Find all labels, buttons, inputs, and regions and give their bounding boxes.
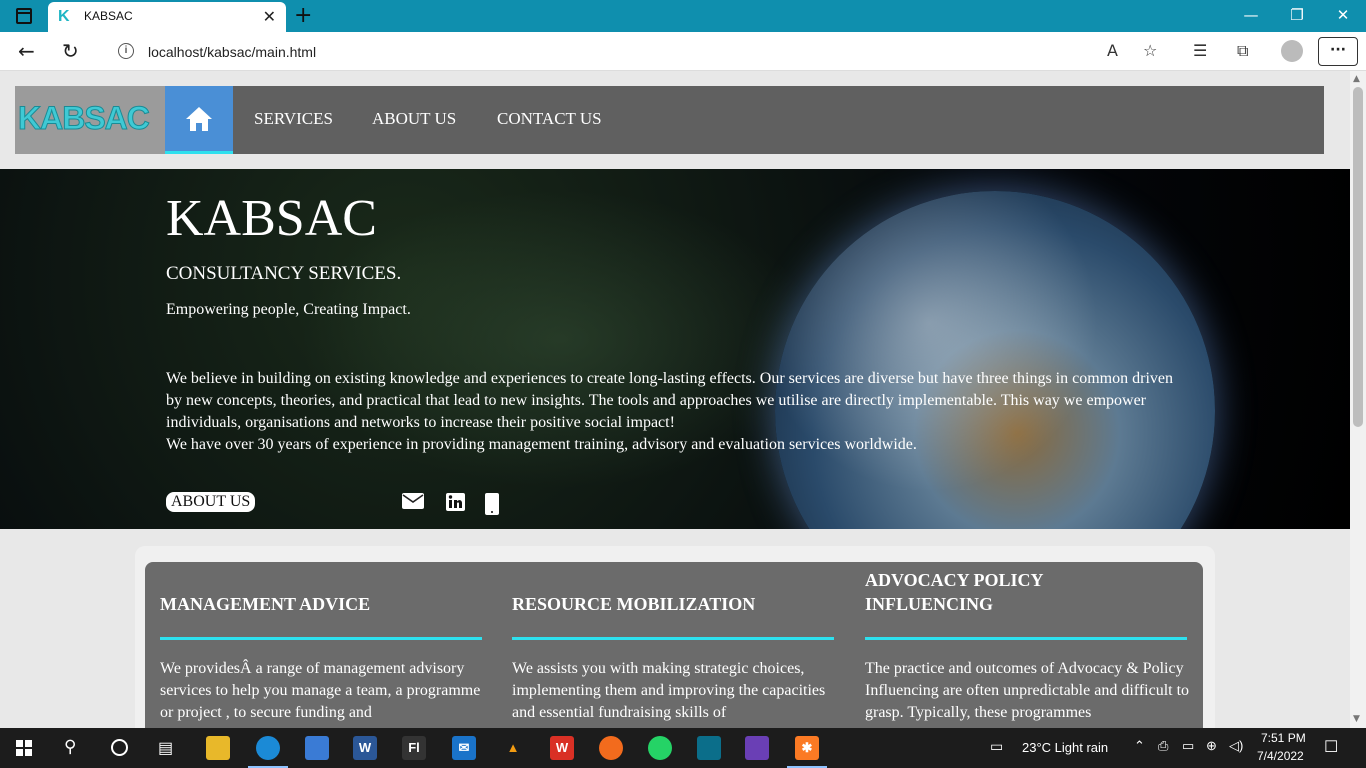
about-us-button[interactable]: ABOUT US — [166, 492, 256, 512]
clock-time[interactable]: 7:51 PM — [1261, 731, 1306, 745]
read-aloud-icon[interactable]: A — [1107, 41, 1118, 60]
device-icon[interactable]: ⎙ — [1158, 738, 1168, 754]
minimize-icon[interactable]: — — [1228, 6, 1274, 24]
page-viewport: KABSAC SERVICES ABOUT US CONTACT US KABS… — [0, 71, 1366, 728]
task-view-icon[interactable]: ▤ — [158, 738, 173, 758]
hero-title: KABSAC — [166, 190, 377, 247]
favorites-icon[interactable]: ☰ — [1193, 41, 1207, 60]
tab-actions-icon[interactable] — [16, 8, 32, 24]
address-bar[interactable]: i localhost/kabsac/main.html — [100, 36, 1308, 67]
hero-section: KABSAC CONSULTANCY SERVICES. Empowering … — [0, 169, 1350, 529]
phone-icon[interactable] — [485, 493, 499, 515]
home-icon — [186, 107, 212, 131]
url-text[interactable]: localhost/kabsac/main.html — [148, 44, 316, 60]
nav-services[interactable]: SERVICES — [254, 109, 333, 129]
nav-contact-us[interactable]: CONTACT US — [497, 109, 602, 129]
service-text: We assists you with making strategic cho… — [512, 660, 826, 721]
xampp-icon[interactable]: ✱ — [795, 736, 819, 760]
refresh-icon[interactable]: ↻ — [62, 39, 79, 63]
hero-body-paragraph: We believe in building on existing knowl… — [166, 370, 1173, 431]
tab-title: KABSAC — [84, 9, 133, 23]
cortana-icon[interactable] — [111, 739, 128, 756]
scroll-down-icon[interactable]: ▼ — [1353, 714, 1360, 724]
nav-about-us[interactable]: ABOUT US — [372, 109, 456, 129]
site-info-icon[interactable]: i — [118, 43, 134, 59]
wps-icon[interactable]: W — [550, 736, 574, 760]
hero-body-paragraph-2: We have over 30 years of experience in p… — [166, 436, 917, 453]
fl-studio-icon[interactable]: Fl — [402, 736, 426, 760]
add-favorite-icon[interactable]: ☆ — [1143, 41, 1157, 60]
service-title: MANAGEMENT ADVICE — [160, 594, 371, 614]
whatsapp-icon[interactable] — [648, 736, 672, 760]
earth-image — [775, 191, 1215, 529]
settings-more-button[interactable]: ··· — [1318, 37, 1358, 66]
service-divider — [512, 637, 834, 640]
home-button[interactable] — [165, 86, 233, 154]
linkedin-icon[interactable] — [446, 493, 465, 511]
service-divider — [160, 637, 482, 640]
notifications-icon[interactable]: ☐ — [1324, 737, 1338, 757]
window-close-icon[interactable]: ✕ — [1320, 6, 1366, 24]
hero-subtitle: CONSULTANCY SERVICES. — [166, 263, 402, 284]
windows-start-icon[interactable] — [16, 740, 32, 756]
battery-icon[interactable]: ▭ — [1182, 738, 1194, 754]
service-title: RESOURCE MOBILIZATION — [512, 594, 756, 614]
windows-taskbar: ⚲ ▤ W Fl ✉ ▲ W ✱ ▭ 23°C Light rain ⌃ ⎙ ▭… — [0, 728, 1366, 768]
search-icon[interactable]: ⚲ — [64, 737, 76, 757]
email-icon[interactable] — [402, 493, 424, 509]
scroll-thumb[interactable] — [1353, 87, 1363, 427]
new-tab-icon[interactable]: + — [294, 3, 312, 28]
show-hidden-icons-icon[interactable]: ⌃ — [1134, 738, 1145, 754]
service-divider — [865, 637, 1187, 640]
scroll-up-icon[interactable]: ▲ — [1353, 74, 1360, 84]
browser-tab[interactable]: K KABSAC ✕ — [48, 2, 286, 32]
app-icon[interactable] — [599, 736, 623, 760]
file-explorer-icon[interactable] — [206, 736, 230, 760]
tab-close-icon[interactable]: ✕ — [263, 7, 276, 26]
network-icon[interactable]: ⊕ — [1206, 738, 1217, 754]
page-scrollbar[interactable]: ▲ ▼ — [1350, 71, 1366, 728]
services-cards: MANAGEMENT ADVICE We providesÂ a range o… — [145, 562, 1203, 728]
word-icon[interactable]: W — [353, 736, 377, 760]
tab-favicon-icon: K — [58, 8, 70, 25]
service-text: We providesÂ a range of management advis… — [160, 660, 481, 721]
volume-icon[interactable]: ◁) — [1229, 738, 1243, 754]
app-icon-2[interactable] — [697, 736, 721, 760]
store-icon[interactable] — [305, 736, 329, 760]
address-bar-row: ← ↻ i localhost/kabsac/main.html A ☆ ☰ ⧉… — [0, 32, 1366, 71]
hero-body: We believe in building on existing knowl… — [166, 368, 1176, 456]
logo-text: KABSAC — [18, 100, 151, 137]
app-icon-3[interactable] — [745, 736, 769, 760]
back-icon[interactable]: ← — [18, 39, 35, 63]
restore-icon[interactable]: ❐ — [1274, 6, 1320, 24]
collections-icon[interactable]: ⧉ — [1237, 41, 1248, 61]
site-logo[interactable]: KABSAC — [15, 86, 165, 154]
vlc-icon[interactable]: ▲ — [501, 736, 525, 760]
site-navbar: KABSAC SERVICES ABOUT US CONTACT US — [15, 86, 1324, 154]
browser-titlebar: K KABSAC ✕ + — ❐ ✕ — [0, 0, 1366, 32]
edge-icon[interactable] — [256, 736, 280, 760]
service-title: ADVOCACY POLICY INFLUENCING — [865, 570, 1043, 614]
weather-icon[interactable]: ▭ — [990, 738, 1003, 755]
clock-date[interactable]: 7/4/2022 — [1257, 749, 1304, 763]
service-text: The practice and outcomes of Advocacy & … — [865, 660, 1190, 721]
profile-avatar[interactable] — [1281, 40, 1303, 62]
weather-text[interactable]: 23°C Light rain — [1022, 740, 1108, 755]
mail-icon[interactable]: ✉ — [452, 736, 476, 760]
hero-tagline: Empowering people, Creating Impact. — [166, 301, 411, 318]
